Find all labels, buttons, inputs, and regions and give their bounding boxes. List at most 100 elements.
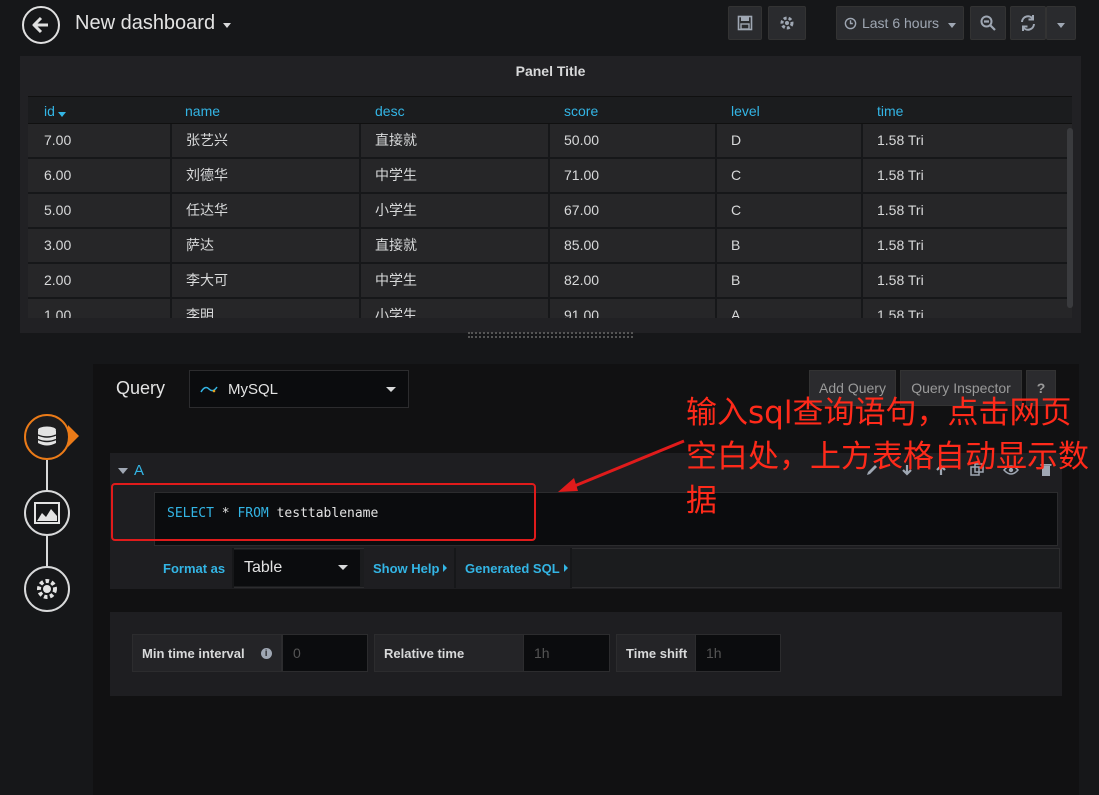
table-cell-level: C bbox=[715, 159, 861, 192]
time-shift-label: Time shift bbox=[616, 634, 696, 672]
info-icon[interactable]: i bbox=[260, 647, 272, 659]
table-cell-desc: 直接就 bbox=[359, 229, 548, 262]
column-header-time[interactable]: time bbox=[877, 103, 903, 119]
step-general[interactable] bbox=[24, 566, 70, 612]
step-visualization[interactable] bbox=[24, 490, 70, 536]
column-header-id[interactable]: id bbox=[44, 103, 66, 119]
query-row-ref-id: A bbox=[134, 462, 145, 479]
refresh-icon bbox=[1021, 15, 1035, 31]
table-cell-id: 6.00 bbox=[44, 167, 72, 183]
table-cell-score: 50.00 bbox=[548, 124, 715, 157]
table-cell-time: 1.58 Tri bbox=[861, 159, 1072, 192]
table-cell-score: 82.00 bbox=[548, 264, 715, 297]
table-row: 5.00 任达华 小学生 67.00 C 1.58 Tri bbox=[28, 194, 1072, 229]
column-header-desc[interactable]: desc bbox=[375, 103, 405, 119]
step-queries[interactable] bbox=[24, 414, 70, 460]
gear-wrench-icon bbox=[37, 579, 57, 599]
active-step-pointer bbox=[68, 425, 79, 447]
table-cell-id: 3.00 bbox=[44, 237, 72, 253]
annotation-arrow bbox=[558, 439, 685, 492]
table-cell-id: 2.00 bbox=[44, 272, 72, 288]
table-row: 2.00 李大可 中学生 82.00 B 1.58 Tri bbox=[28, 264, 1072, 299]
table-cell-id: 7.00 bbox=[44, 132, 72, 148]
chevron-down-icon bbox=[386, 387, 396, 392]
format-as-select[interactable]: Table bbox=[234, 550, 360, 586]
clock-icon bbox=[844, 17, 857, 29]
database-icon bbox=[37, 426, 57, 446]
column-header-score[interactable]: score bbox=[564, 103, 598, 119]
table-cell-name: 萨达 bbox=[170, 229, 359, 262]
format-as-label: Format as bbox=[154, 548, 234, 588]
datasource-select[interactable]: MySQL bbox=[189, 370, 409, 408]
table-cell-desc: 中学生 bbox=[359, 159, 548, 192]
chart-area-icon bbox=[34, 502, 60, 524]
caret-right-icon bbox=[563, 564, 568, 572]
table-cell-time: 1.58 Tri bbox=[861, 124, 1072, 157]
table-scrollbar[interactable] bbox=[1067, 128, 1073, 308]
caret-right-icon bbox=[443, 564, 448, 572]
time-range-label: Last 6 hours bbox=[861, 15, 940, 31]
table-cell-name: 任达华 bbox=[170, 194, 359, 227]
table-body: 7.00 张艺兴 直接就 50.00 D 1.58 Tri 6.00 刘德华 中学生 71.00 C… bbox=[28, 124, 1072, 318]
back-button[interactable] bbox=[22, 6, 60, 44]
table-row: 3.00 萨达 直接就 85.00 B 1.58 Tri bbox=[28, 229, 1072, 264]
show-help-button[interactable]: Show Help bbox=[364, 548, 456, 588]
table-panel: Panel Title id name desc score level tim… bbox=[20, 56, 1081, 333]
query-section-title: Query bbox=[116, 378, 166, 398]
chevron-down-icon bbox=[118, 467, 128, 474]
table-cell-name: 张艺兴 bbox=[170, 124, 359, 157]
chevron-down-icon bbox=[1057, 22, 1065, 28]
refresh-interval-dropdown[interactable] bbox=[1046, 6, 1076, 40]
panel-title[interactable]: Panel Title bbox=[20, 63, 1081, 79]
time-shift-input[interactable]: 1h bbox=[695, 634, 781, 672]
table-row: 1.00 李明 小学生 91.00 A 1.58 Tri bbox=[28, 299, 1072, 318]
table-cell-desc: 中学生 bbox=[359, 264, 548, 297]
sort-desc-icon bbox=[57, 111, 66, 117]
refresh-button[interactable] bbox=[1010, 6, 1046, 40]
format-as-value: Table bbox=[244, 559, 283, 576]
time-range-picker[interactable]: Last 6 hours bbox=[836, 6, 964, 40]
dashboard-title[interactable]: New dashboard bbox=[75, 12, 232, 35]
save-icon bbox=[737, 15, 753, 31]
arrow-left-icon bbox=[32, 16, 48, 34]
table-cell-score: 67.00 bbox=[548, 194, 715, 227]
min-time-interval-input[interactable]: 0 bbox=[282, 634, 368, 672]
table-cell-desc: 小学生 bbox=[359, 299, 548, 318]
table-cell-time: 1.58 Tri bbox=[861, 299, 1072, 318]
table-cell-desc: 小学生 bbox=[359, 194, 548, 227]
table-cell-name: 李大可 bbox=[170, 264, 359, 297]
table-cell-level: C bbox=[715, 194, 861, 227]
column-header-name[interactable]: name bbox=[185, 103, 220, 119]
panel-resize-handle[interactable] bbox=[468, 332, 633, 338]
annotation-text: 输入sql查询语句，点击网页空白处，上方表格自动显示数据 bbox=[686, 395, 1089, 519]
table-cell-id: 5.00 bbox=[44, 202, 72, 218]
settings-button[interactable] bbox=[768, 6, 806, 40]
step-connector bbox=[46, 536, 48, 566]
zoom-out-icon bbox=[980, 15, 996, 31]
dashboard-title-text: New dashboard bbox=[75, 12, 216, 34]
min-time-interval-label: Min time interval i bbox=[132, 634, 282, 672]
table-cell-name: 刘德华 bbox=[170, 159, 359, 192]
table-cell-desc: 直接就 bbox=[359, 124, 548, 157]
generated-sql-button[interactable]: Generated SQL bbox=[456, 548, 572, 588]
relative-time-label: Relative time bbox=[374, 634, 524, 672]
step-connector bbox=[46, 460, 48, 494]
table-cell-name: 李明 bbox=[170, 299, 359, 318]
query-row-toggle[interactable]: A bbox=[118, 462, 144, 479]
chevron-down-icon bbox=[223, 23, 232, 28]
zoom-out-button[interactable] bbox=[970, 6, 1006, 40]
table-cell-level: D bbox=[715, 124, 861, 157]
table-cell-score: 71.00 bbox=[548, 159, 715, 192]
gear-icon bbox=[780, 16, 794, 30]
table-cell-time: 1.58 Tri bbox=[861, 229, 1072, 262]
table-cell-score: 91.00 bbox=[548, 299, 715, 318]
save-button[interactable] bbox=[728, 6, 762, 40]
relative-time-input[interactable]: 1h bbox=[523, 634, 610, 672]
annotation-highlight-box bbox=[111, 483, 536, 541]
table-cell-id: 1.00 bbox=[44, 307, 72, 318]
table-cell-score: 85.00 bbox=[548, 229, 715, 262]
mysql-logo-icon bbox=[200, 386, 218, 393]
table-cell-level: A bbox=[715, 299, 861, 318]
column-header-level[interactable]: level bbox=[731, 103, 760, 119]
data-table: id name desc score level time 7.00 张艺兴 直接就… bbox=[28, 96, 1072, 318]
